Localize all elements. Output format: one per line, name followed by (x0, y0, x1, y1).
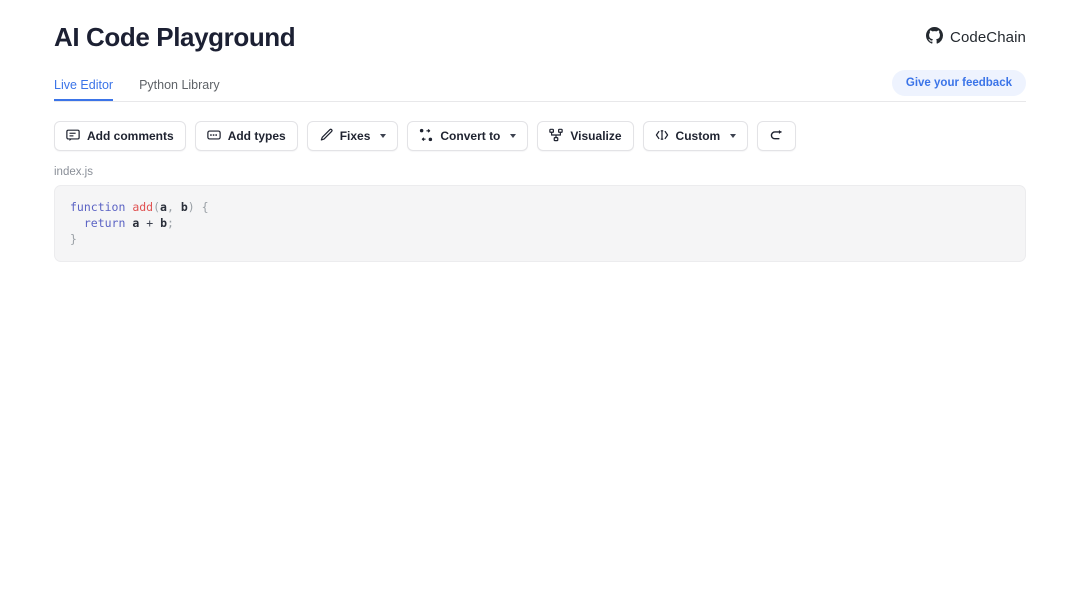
page-title: AI Code Playground (54, 22, 296, 52)
code-content[interactable]: function add(a, b) { return a + b; } (70, 199, 1010, 247)
chevron-down-icon (510, 134, 517, 138)
swap-arrows-icon (419, 128, 433, 145)
github-icon (926, 26, 944, 49)
comment-icon (66, 128, 80, 145)
custom-label: Custom (675, 129, 721, 143)
undo-button[interactable] (757, 121, 797, 151)
undo-icon (769, 127, 784, 145)
editor-filename: index.js (54, 166, 93, 178)
node-graph-icon (549, 128, 564, 145)
give-feedback-button[interactable]: Give your feedback (891, 70, 1026, 96)
pencil-icon (319, 128, 333, 145)
chevron-down-icon (730, 134, 737, 138)
visualize-button[interactable]: Visualize (537, 121, 634, 151)
fixes-button[interactable]: Fixes (306, 121, 399, 151)
tag-icon (206, 128, 221, 145)
editor-toolbar: Add comments Add types Fixes Convert to … (54, 121, 1026, 151)
add-types-button[interactable]: Add types (194, 121, 298, 151)
visualize-label: Visualize (570, 129, 622, 143)
add-comments-label: Add comments (87, 129, 174, 143)
code-editor-panel[interactable]: function add(a, b) { return a + b; } (54, 185, 1026, 262)
custom-button[interactable]: Custom (642, 121, 749, 151)
tab-live-editor[interactable]: Live Editor (54, 78, 114, 101)
app-root: AI Code Playground CodeChain Live Editor… (0, 0, 1080, 608)
convert-to-label: Convert to (440, 129, 501, 143)
code-cursor-icon (655, 128, 669, 145)
add-types-label: Add types (227, 129, 286, 143)
chevron-down-icon (380, 134, 387, 138)
brand[interactable]: CodeChain (926, 26, 1026, 49)
tab-bar: Live Editor Python Library Give your fee… (54, 70, 1026, 102)
tab-python-library[interactable]: Python Library (139, 78, 220, 101)
convert-to-button[interactable]: Convert to (407, 121, 529, 151)
content-container: AI Code Playground CodeChain Live Editor… (54, 0, 1026, 262)
fixes-label: Fixes (339, 129, 371, 143)
add-comments-button[interactable]: Add comments (54, 121, 186, 151)
page-header: AI Code Playground CodeChain (54, 0, 1026, 53)
brand-name: CodeChain (950, 29, 1026, 46)
tab-list: Live Editor Python Library (54, 71, 220, 101)
